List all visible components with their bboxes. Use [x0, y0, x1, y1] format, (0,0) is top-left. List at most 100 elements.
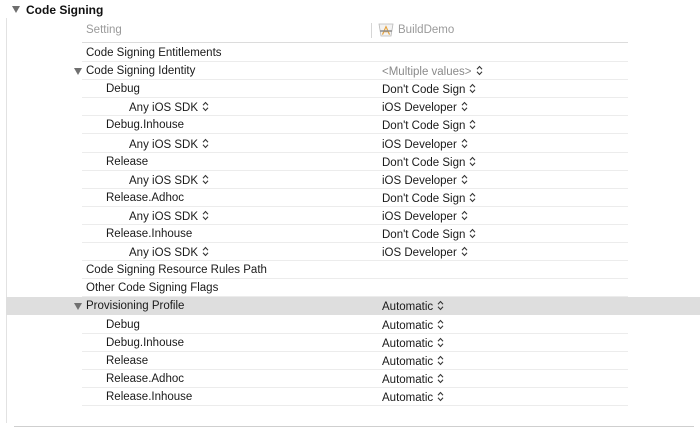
up-down-stepper-icon[interactable]	[202, 138, 209, 149]
settings-row[interactable]: Release Automatic	[0, 352, 700, 370]
up-down-stepper-icon[interactable]	[437, 373, 444, 384]
setting-name-text: Release.Inhouse	[106, 228, 193, 240]
setting-value[interactable]: Automatic	[382, 337, 444, 350]
section-header[interactable]: Code Signing	[0, 0, 700, 20]
up-down-stepper-icon[interactable]	[469, 83, 476, 94]
settings-row[interactable]: Release Don't Code Sign	[0, 153, 700, 171]
settings-row[interactable]: Release.Inhouse Don't Code Sign	[0, 225, 700, 243]
setting-name-text: Debug.Inhouse	[106, 336, 185, 349]
up-down-stepper-icon[interactable]	[437, 355, 444, 366]
setting-value-text: iOS Developer	[382, 174, 457, 187]
disclosure-triangle-icon[interactable]	[12, 6, 20, 13]
setting-name: Code Signing Resource Rules Path	[86, 264, 267, 276]
up-down-stepper-icon[interactable]	[461, 101, 468, 112]
up-down-stepper-icon[interactable]	[469, 192, 476, 203]
setting-name-text: Debug.Inhouse	[106, 119, 185, 132]
setting-name-text: Any iOS SDK	[129, 247, 199, 260]
disclosure-triangle-icon[interactable]	[74, 303, 82, 311]
up-down-stepper-icon[interactable]	[202, 174, 209, 185]
up-down-stepper-icon[interactable]	[461, 174, 468, 185]
setting-name: Any iOS SDK	[129, 174, 209, 187]
setting-value-text: Automatic	[382, 373, 434, 386]
settings-row[interactable]: Code Signing Resource Rules Path	[0, 261, 700, 280]
settings-row[interactable]: Debug Automatic	[0, 316, 700, 334]
settings-row[interactable]: Any iOS SDK iOS Developer	[0, 171, 700, 189]
setting-name: Debug.Inhouse	[106, 337, 184, 349]
up-down-stepper-icon[interactable]	[437, 337, 444, 348]
settings-row[interactable]: Code Signing Entitlements	[0, 44, 700, 62]
setting-value-text: Automatic	[382, 319, 434, 332]
section-title: Code Signing	[26, 3, 104, 17]
setting-value[interactable]: Don't Code Sign	[382, 156, 476, 169]
settings-row[interactable]: Any iOS SDK iOS Developer	[0, 207, 700, 225]
settings-row[interactable]: Provisioning Profile Automatic	[6, 297, 700, 316]
up-down-stepper-icon[interactable]	[469, 119, 476, 130]
settings-row[interactable]: Debug.Inhouse Automatic	[0, 334, 700, 352]
setting-value[interactable]: Automatic	[382, 373, 444, 386]
setting-name: Any iOS SDK	[129, 138, 209, 151]
setting-value-text: Automatic	[382, 301, 434, 314]
up-down-stepper-icon[interactable]	[461, 138, 468, 149]
setting-value[interactable]: Automatic	[382, 319, 444, 332]
setting-value[interactable]: <Multiple values>	[382, 65, 483, 78]
up-down-stepper-icon[interactable]	[469, 228, 476, 239]
up-down-stepper-icon[interactable]	[437, 319, 444, 330]
setting-name-text: Other Code Signing Flags	[86, 282, 219, 295]
setting-value[interactable]: Don't Code Sign	[382, 83, 476, 96]
settings-row[interactable]: Debug Don't Code Sign	[0, 80, 700, 99]
setting-name-text: Any iOS SDK	[129, 210, 199, 223]
setting-name: Any iOS SDK	[129, 246, 209, 259]
setting-value[interactable]: iOS Developer	[382, 138, 468, 151]
settings-row[interactable]: Release.Adhoc Automatic	[0, 370, 700, 388]
setting-value[interactable]: Don't Code Sign	[382, 228, 476, 241]
settings-row[interactable]: Any iOS SDK iOS Developer	[0, 243, 700, 262]
setting-name: Other Code Signing Flags	[86, 282, 218, 294]
up-down-stepper-icon[interactable]	[202, 210, 209, 221]
setting-value-text: <Multiple values>	[382, 66, 472, 79]
setting-name: Debug	[106, 319, 140, 331]
setting-value[interactable]: Automatic	[382, 355, 444, 368]
setting-value[interactable]: Don't Code Sign	[382, 192, 476, 205]
setting-value[interactable]: Automatic	[382, 300, 444, 313]
up-down-stepper-icon[interactable]	[461, 246, 468, 257]
setting-value-text: Don't Code Sign	[382, 229, 466, 241]
settings-row[interactable]: Other Code Signing Flags	[0, 279, 700, 298]
setting-name: Any iOS SDK	[129, 210, 209, 223]
target-column-label: BuildDemo	[398, 24, 455, 36]
settings-row[interactable]: Code Signing Identity <Multiple values>	[0, 62, 700, 81]
settings-row[interactable]: Release.Adhoc Don't Code Sign	[0, 189, 700, 207]
up-down-stepper-icon[interactable]	[437, 300, 444, 311]
setting-value[interactable]: iOS Developer	[382, 101, 468, 114]
settings-row[interactable]: Any iOS SDK iOS Developer	[0, 135, 700, 153]
column-separator	[371, 23, 372, 38]
setting-name-text: Any iOS SDK	[129, 174, 199, 187]
settings-row[interactable]: Debug.Inhouse Don't Code Sign	[0, 116, 700, 135]
setting-value-text: Don't Code Sign	[382, 192, 466, 205]
settings-row[interactable]: Release.Inhouse Automatic	[0, 388, 700, 406]
setting-name: Release	[106, 355, 148, 367]
setting-value-text: iOS Developer	[382, 102, 457, 115]
setting-value[interactable]: iOS Developer	[382, 174, 468, 187]
setting-name-text: Any iOS SDK	[129, 138, 199, 151]
disclosure-triangle-icon[interactable]	[74, 68, 82, 76]
setting-value-text: Don't Code Sign	[382, 120, 466, 133]
up-down-stepper-icon[interactable]	[476, 65, 483, 76]
settings-row[interactable]: Any iOS SDK iOS Developer	[0, 98, 700, 117]
setting-name: Provisioning Profile	[86, 300, 184, 312]
up-down-stepper-icon[interactable]	[202, 246, 209, 257]
setting-name-text: Release	[106, 155, 149, 168]
up-down-stepper-icon[interactable]	[437, 391, 444, 402]
up-down-stepper-icon[interactable]	[469, 156, 476, 167]
up-down-stepper-icon[interactable]	[461, 210, 468, 221]
setting-value[interactable]: iOS Developer	[382, 246, 468, 259]
setting-value[interactable]: iOS Developer	[382, 210, 468, 223]
setting-value[interactable]: Automatic	[382, 391, 444, 404]
setting-value[interactable]: Don't Code Sign	[382, 119, 476, 132]
up-down-stepper-icon[interactable]	[202, 101, 209, 112]
setting-value-text: Don't Code Sign	[382, 156, 466, 169]
setting-name: Code Signing Identity	[86, 65, 195, 77]
setting-name: Release.Adhoc	[106, 373, 184, 385]
header-divider	[82, 42, 628, 43]
setting-value-text: iOS Developer	[382, 210, 457, 223]
setting-name: Debug.Inhouse	[106, 119, 184, 131]
